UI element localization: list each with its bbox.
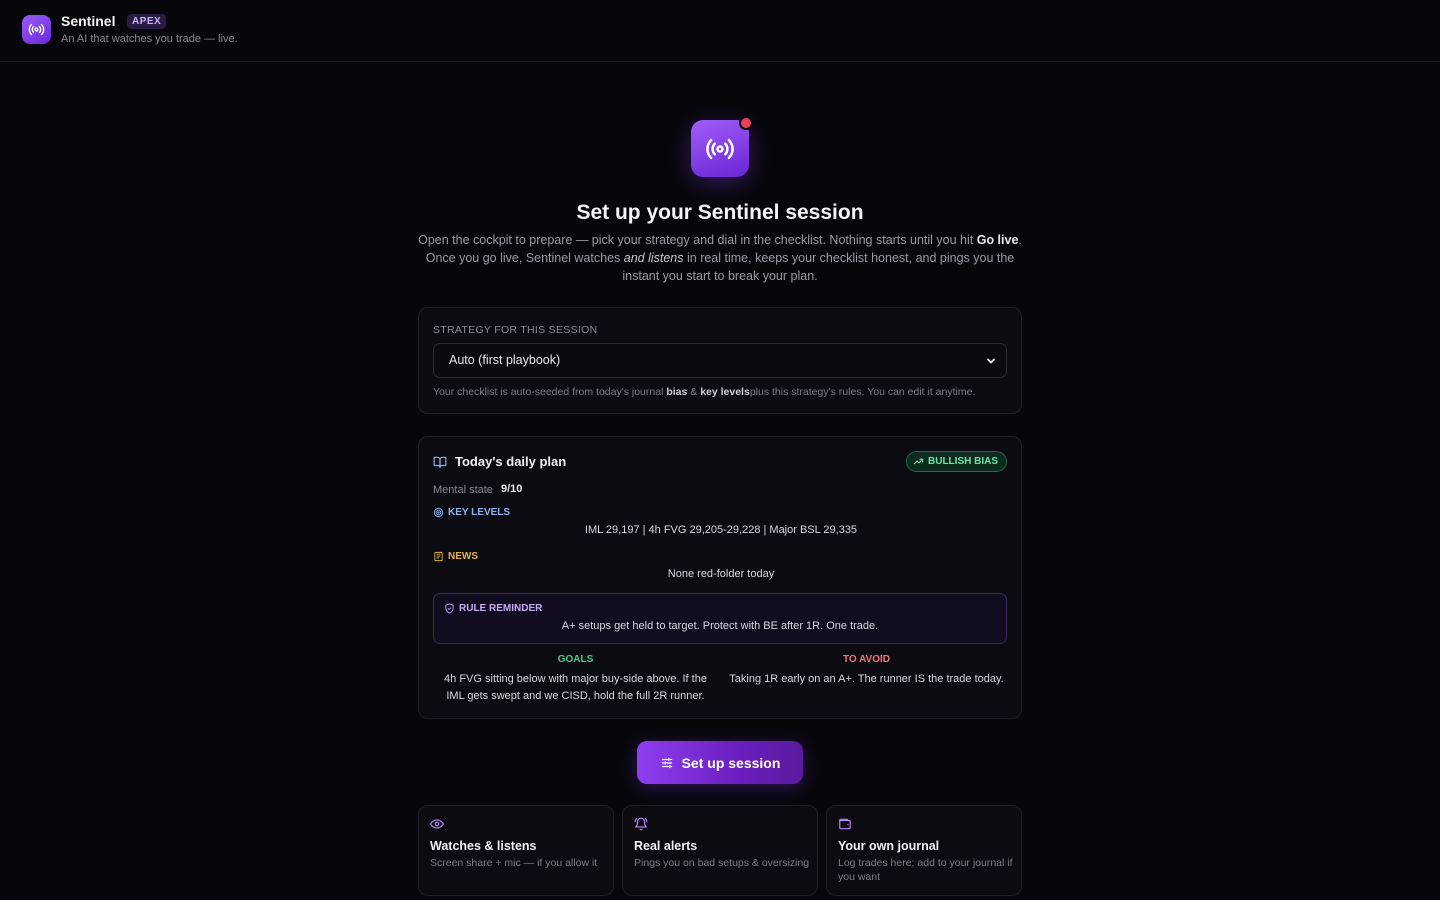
bias-label: BULLISH BIAS <box>928 456 998 467</box>
news-value: None red-folder today <box>667 568 775 580</box>
book-open-icon <box>433 456 447 468</box>
feature-card-journal: Your own journal Log trades here; add to… <box>826 805 1022 896</box>
set-up-session-button[interactable]: Set up session <box>637 741 803 784</box>
rule-reminder-heading: RULE REMINDER <box>444 603 542 614</box>
strategy-help-text: Your checklist is auto-seeded from today… <box>433 386 976 398</box>
goals-value: 4h FVG sitting below with major buy-side… <box>444 673 707 702</box>
to-avoid-heading: TO AVOID <box>842 654 891 665</box>
top-bar: Sentinel APEX An AI that watches you tra… <box>0 0 1440 62</box>
wallet-icon <box>839 818 851 830</box>
sliders-icon <box>661 757 672 768</box>
key-levels-heading: KEY LEVELS <box>433 507 510 518</box>
strategy-card: STRATEGY FOR THIS SESSION Auto (first pl… <box>418 307 1022 414</box>
feature-description: Log trades here; add to your journal if … <box>838 857 1013 883</box>
set-up-session-label: Set up session <box>681 754 781 771</box>
bell-icon <box>634 817 648 831</box>
daily-plan-card: Today's daily plan BULLISH BIAS Mental s… <box>418 436 1022 719</box>
rule-reminder-value: A+ setups get held to target. Protect wi… <box>561 620 879 632</box>
shield-icon <box>445 603 454 614</box>
rule-reminder-box: RULE REMINDER A+ setups get held to targ… <box>433 593 1007 644</box>
target-icon <box>433 507 444 518</box>
eye-icon <box>430 819 444 829</box>
chevron-down-icon <box>987 358 995 364</box>
intro-text: Open the cockpit to prepare — pick your … <box>418 233 1022 283</box>
broadcast-icon <box>22 15 51 44</box>
plan-title: Today's daily plan <box>455 454 567 469</box>
feature-description: Screen share + mic — if you allow it <box>430 857 598 869</box>
feature-card-alerts: Real alerts Pings you on bad setups & ov… <box>622 805 818 896</box>
feature-card-watches: Watches & listens Screen share + mic — i… <box>418 805 614 896</box>
feature-title: Real alerts <box>634 839 698 853</box>
mental-state-label: Mental state <box>433 484 493 496</box>
plan-badge: APEX <box>127 14 167 29</box>
news-label: NEWS <box>448 551 478 562</box>
brand-name: Sentinel <box>61 13 116 29</box>
strategy-selected-value: Auto (first playbook) <box>449 353 561 367</box>
live-indicator-dot <box>739 116 753 130</box>
bias-badge: BULLISH BIAS <box>906 451 1007 472</box>
page-title: Set up your Sentinel session <box>576 201 864 224</box>
mental-state-value: 9/10 <box>501 483 523 495</box>
strategy-select[interactable]: Auto (first playbook) <box>433 343 1007 378</box>
goals-heading: GOALS <box>557 654 594 665</box>
to-avoid-value: Taking 1R early on an A+. The runner IS … <box>729 673 1004 685</box>
feature-title: Your own journal <box>838 839 940 853</box>
trending-up-icon <box>913 458 924 465</box>
news-heading: NEWS <box>433 551 478 562</box>
key-levels-label: KEY LEVELS <box>448 507 511 518</box>
rule-reminder-label: RULE REMINDER <box>459 603 543 614</box>
newspaper-icon <box>434 551 443 562</box>
feature-description: Pings you on bad setups & oversizing <box>634 857 810 869</box>
key-levels-value: IML 29,197 | 4h FVG 29,205-29,228 | Majo… <box>584 524 858 536</box>
strategy-label: STRATEGY FOR THIS SESSION <box>433 324 598 336</box>
broadcast-icon <box>691 120 749 177</box>
feature-title: Watches & listens <box>430 839 537 853</box>
brand-tagline: An AI that watches you trade — live. <box>61 33 238 45</box>
